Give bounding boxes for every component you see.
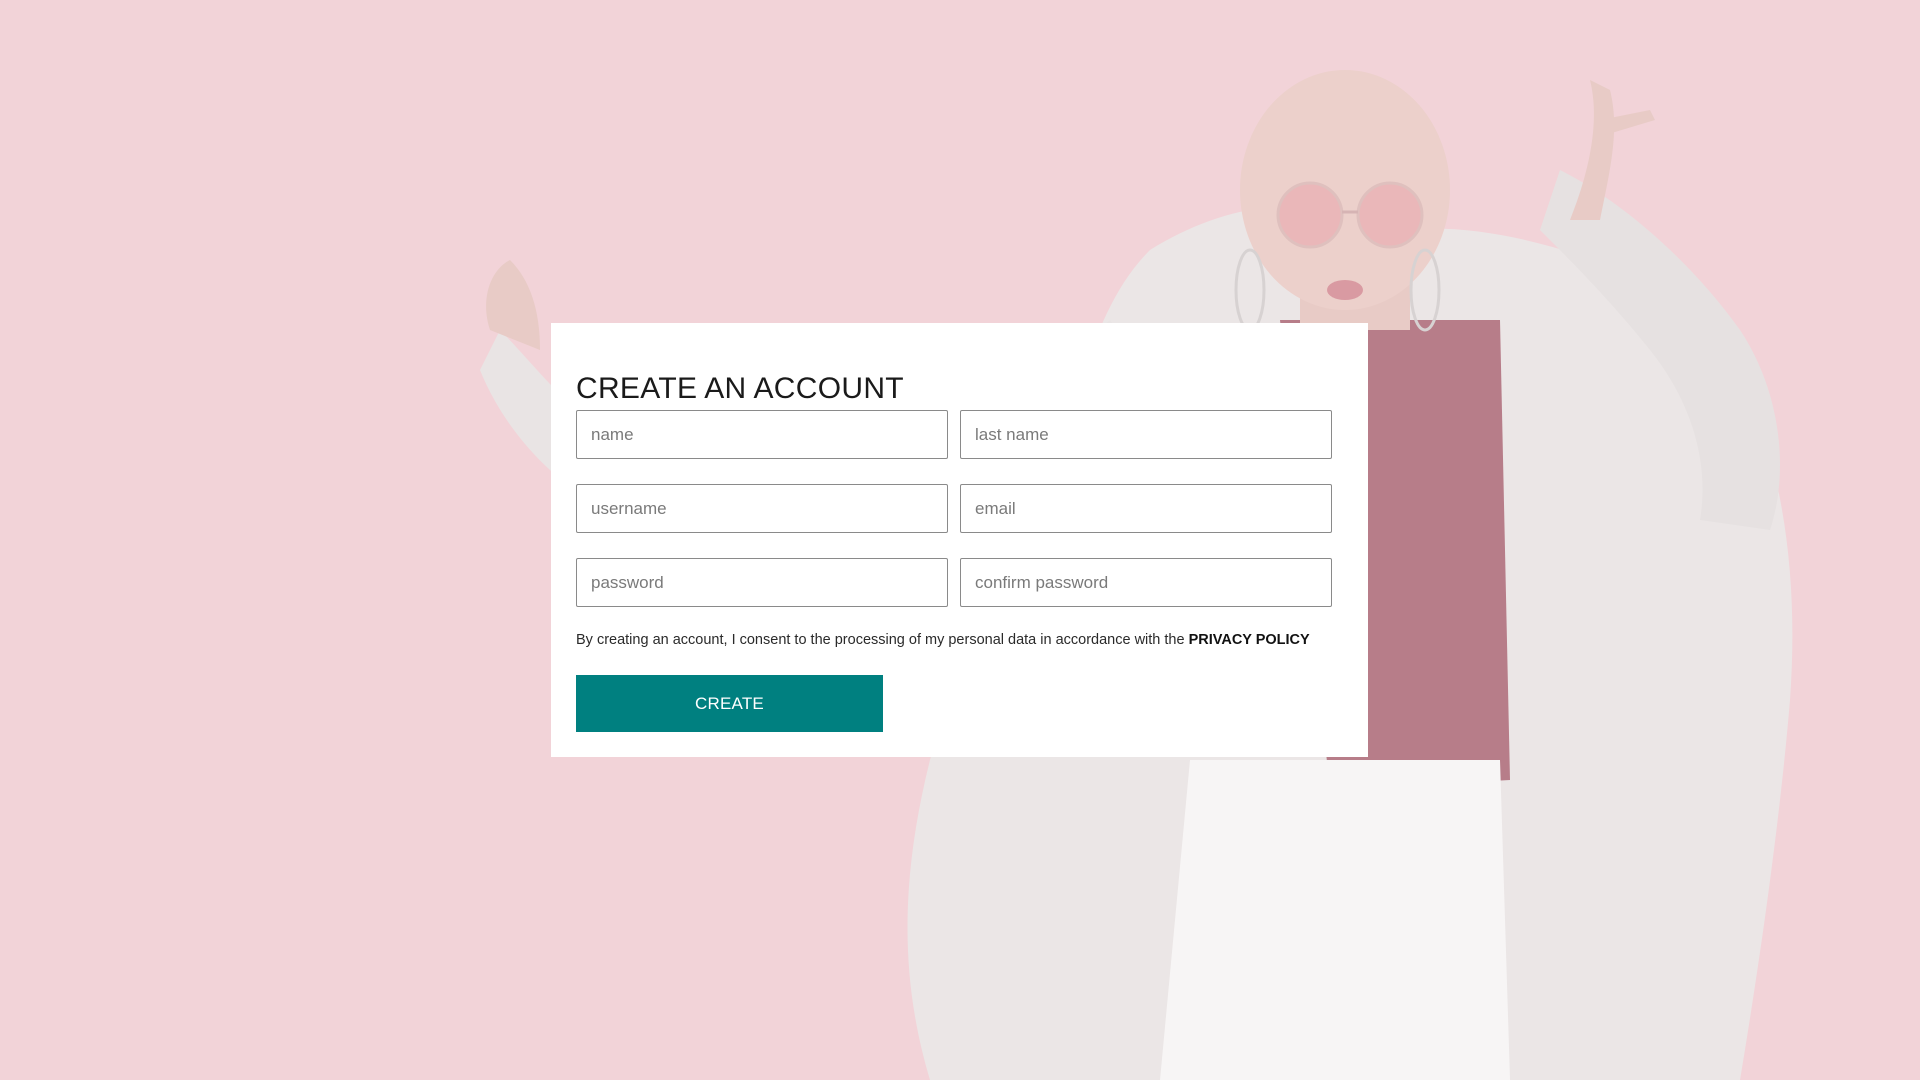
name-field[interactable] [576, 410, 948, 459]
confirm-password-field[interactable] [960, 558, 1332, 607]
privacy-policy-link[interactable]: PRIVACY POLICY [1189, 632, 1310, 648]
signup-form [576, 410, 1332, 607]
password-field[interactable] [576, 558, 948, 607]
create-button[interactable]: CREATE [576, 675, 883, 732]
signup-page: CREATE AN ACCOUNT By creating an account… [0, 0, 1920, 1080]
last-name-field[interactable] [960, 410, 1332, 459]
form-title: CREATE AN ACCOUNT [576, 372, 904, 405]
create-account-card: CREATE AN ACCOUNT By creating an account… [551, 323, 1368, 757]
email-field[interactable] [960, 484, 1332, 533]
consent-text: By creating an account, I consent to the… [576, 632, 1310, 648]
consent-label: By creating an account, I consent to the… [576, 632, 1189, 648]
username-field[interactable] [576, 484, 948, 533]
